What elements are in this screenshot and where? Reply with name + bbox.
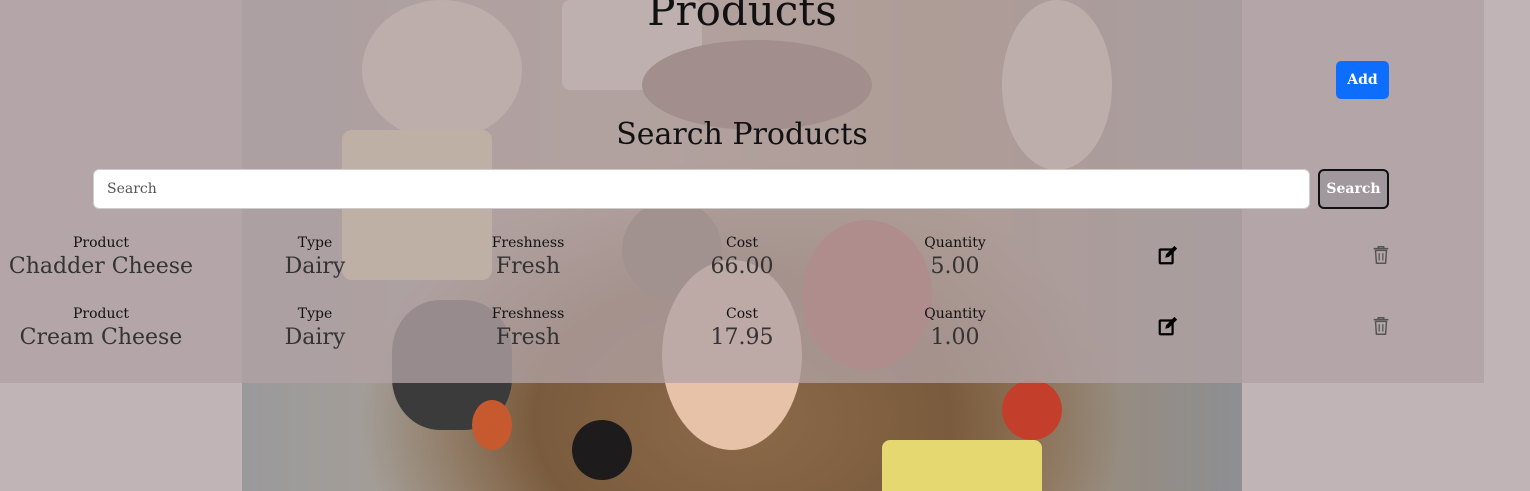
freshness-value: Fresh bbox=[495, 325, 561, 350]
edit-icon[interactable] bbox=[1157, 244, 1179, 266]
freshness-cell: Freshness Fresh bbox=[423, 234, 633, 282]
search-button[interactable]: Search bbox=[1318, 169, 1389, 209]
cost-cell: Cost 66.00 bbox=[637, 234, 847, 282]
cost-value: 17.95 bbox=[710, 325, 774, 350]
add-button[interactable]: Add bbox=[1336, 61, 1389, 99]
apricot bbox=[472, 400, 512, 450]
freshness-cell: Freshness Fresh bbox=[423, 305, 633, 353]
olive bbox=[572, 420, 632, 480]
trash-icon[interactable] bbox=[1370, 315, 1392, 337]
type-cell: Type Dairy bbox=[210, 305, 420, 353]
product-row: Product Chadder Cheese Type Dairy Freshn… bbox=[0, 234, 1484, 305]
cost-label: Cost bbox=[726, 306, 758, 322]
content-panel: Products Add Search Products Search Prod… bbox=[0, 0, 1484, 383]
cost-label: Cost bbox=[726, 235, 758, 251]
quantity-value: 1.00 bbox=[930, 325, 980, 350]
freshness-label: Freshness bbox=[491, 306, 565, 322]
freshness-label: Freshness bbox=[491, 235, 565, 251]
quantity-value: 5.00 bbox=[930, 254, 980, 279]
quantity-label: Quantity bbox=[924, 306, 986, 322]
type-cell: Type Dairy bbox=[210, 234, 420, 282]
quantity-cell: Quantity 1.00 bbox=[850, 305, 1060, 353]
product-cell: Product Chadder Cheese bbox=[0, 234, 206, 282]
cost-value: 66.00 bbox=[710, 254, 774, 279]
type-label: Type bbox=[297, 306, 333, 322]
cheese-cube bbox=[882, 440, 1042, 491]
product-row: Product Cream Cheese Type Dairy Freshnes… bbox=[0, 305, 1484, 376]
page-title: Products bbox=[647, 0, 837, 35]
type-label: Type bbox=[297, 235, 333, 251]
quantity-label: Quantity bbox=[924, 235, 986, 251]
search-title: Search Products bbox=[616, 117, 868, 152]
product-list: Product Chadder Cheese Type Dairy Freshn… bbox=[0, 234, 1484, 376]
type-value: Dairy bbox=[284, 254, 346, 279]
type-value: Dairy bbox=[284, 325, 346, 350]
edit-icon[interactable] bbox=[1157, 315, 1179, 337]
freshness-value: Fresh bbox=[495, 254, 561, 279]
product-name: Chadder Cheese bbox=[8, 254, 194, 279]
cost-cell: Cost 17.95 bbox=[637, 305, 847, 353]
product-name: Cream Cheese bbox=[19, 325, 183, 350]
search-input[interactable] bbox=[93, 169, 1310, 209]
product-label: Product bbox=[73, 306, 129, 322]
product-label: Product bbox=[73, 235, 129, 251]
tomato bbox=[1002, 380, 1062, 440]
trash-icon[interactable] bbox=[1370, 244, 1392, 266]
product-cell: Product Cream Cheese bbox=[0, 305, 206, 353]
quantity-cell: Quantity 5.00 bbox=[850, 234, 1060, 282]
